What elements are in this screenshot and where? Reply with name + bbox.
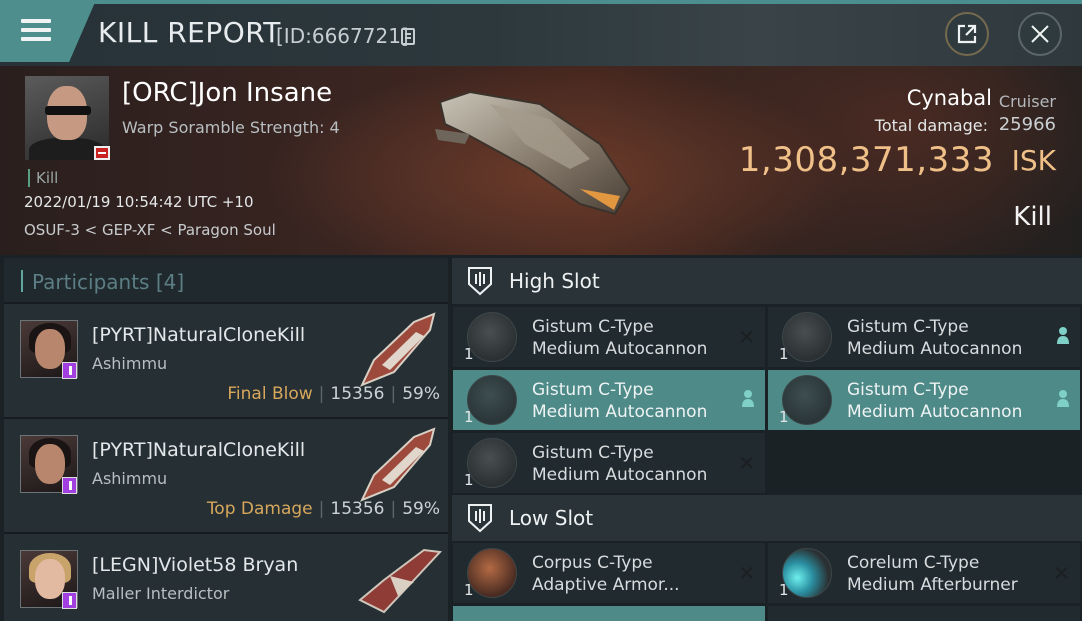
kill-id: [ID:6667721] bbox=[276, 24, 409, 48]
menu-button[interactable] bbox=[0, 0, 96, 62]
page-title: KILL REPORT bbox=[98, 16, 281, 49]
module-name: Gistum C-Type bbox=[532, 443, 654, 463]
module-name: Gistum C-Type bbox=[847, 317, 969, 337]
autocannon-icon bbox=[467, 438, 517, 488]
victim-ship-name[interactable]: Cynabal bbox=[907, 86, 992, 110]
participants-title: Participants [4] bbox=[32, 270, 185, 294]
hostile-standing-icon bbox=[94, 146, 110, 160]
dropped-person-icon bbox=[1056, 388, 1070, 412]
module-name-line2: Medium Autocannon bbox=[532, 402, 708, 422]
module-quantity: 1 bbox=[779, 581, 789, 599]
module-quantity: 1 bbox=[464, 471, 474, 489]
victim-ship-image[interactable] bbox=[430, 74, 650, 224]
copy-icon[interactable] bbox=[401, 28, 415, 45]
autocannon-icon bbox=[782, 312, 832, 362]
module-item[interactable]: 1 Corpus C-Type Adaptive Armor... ✕ bbox=[453, 543, 765, 603]
module-name-line2: Medium Autocannon bbox=[847, 339, 1023, 359]
high-slot-header: High Slot bbox=[452, 258, 1082, 304]
isk-unit: ISK bbox=[1011, 144, 1056, 177]
standing-icon bbox=[62, 592, 77, 609]
participant-row[interactable]: [PYRT]NaturalCloneKill Ashimmu Top Damag… bbox=[4, 419, 448, 534]
module-name-line2: Medium Afterburner bbox=[847, 575, 1018, 595]
standing-icon bbox=[62, 477, 77, 494]
module-item[interactable]: 1 Gistum C-Type Medium Autocannon bbox=[768, 307, 1080, 367]
title-bar: KILL REPORT [ID:6667721] bbox=[0, 0, 1082, 66]
module-name: Gistum C-Type bbox=[532, 317, 654, 337]
module-quantity: 1 bbox=[779, 345, 789, 363]
victim-ship-class: Cruiser bbox=[998, 92, 1056, 111]
participants-panel: Participants [4] [PYRT]NaturalCloneKill … bbox=[4, 258, 448, 621]
kill-timestamp: 2022/01/19 10:54:42 UTC +10 bbox=[24, 193, 254, 211]
module-item[interactable]: 1 Corelum C-Type Medium Afterburner ✕ bbox=[768, 543, 1080, 603]
victim-name[interactable]: [ORC]Jon Insane bbox=[122, 78, 332, 108]
kill-type-tag: Kill bbox=[28, 169, 58, 187]
armor-hardener-icon bbox=[467, 548, 517, 598]
low-slot-title: Low Slot bbox=[509, 506, 594, 530]
module-item[interactable]: 1 Gistum C-Type Medium Autocannon ✕ bbox=[453, 307, 765, 367]
participant-row[interactable]: [PYRT]NaturalCloneKill Ashimmu Final Blo… bbox=[4, 304, 448, 419]
total-damage-value: 25966 bbox=[998, 114, 1056, 135]
module-name-line2: Adaptive Armor... bbox=[532, 575, 680, 595]
autocannon-icon bbox=[782, 375, 832, 425]
participant-row[interactable]: [LEGN]Violet58 Bryan Maller Interdictor bbox=[4, 534, 448, 621]
destroyed-icon: ✕ bbox=[1053, 561, 1070, 585]
close-button[interactable] bbox=[1018, 12, 1062, 56]
kill-location[interactable]: OSUF-3 < GEP-XF < Paragon Soul bbox=[24, 221, 276, 239]
module-quantity: 1 bbox=[464, 345, 474, 363]
module-name: Gistum C-Type bbox=[847, 380, 969, 400]
close-icon bbox=[1031, 25, 1049, 43]
participant-ship-image bbox=[359, 312, 436, 387]
standing-icon bbox=[62, 362, 77, 379]
afterburner-icon bbox=[782, 548, 832, 598]
participant-name: [LEGN]Violet58 Bryan bbox=[92, 554, 299, 576]
participant-ship: Ashimmu bbox=[92, 469, 168, 488]
module-name-line2: Medium Autocannon bbox=[847, 402, 1023, 422]
destroyed-icon: ✕ bbox=[738, 325, 755, 349]
dropped-person-icon bbox=[741, 388, 755, 412]
module-name: Corelum C-Type bbox=[847, 553, 980, 573]
high-slot-icon bbox=[468, 267, 492, 296]
participant-role: Final Blow bbox=[227, 384, 313, 404]
destroyed-icon: ✕ bbox=[738, 561, 755, 585]
high-slot-title: High Slot bbox=[509, 269, 600, 293]
module-quantity: 1 bbox=[779, 408, 789, 426]
warp-scramble-strength: Warp Soramble Strength: 4 bbox=[122, 118, 340, 137]
destroyed-icon: ✕ bbox=[738, 451, 755, 475]
module-name: Gistum C-Type bbox=[532, 380, 654, 400]
participants-header: Participants [4] bbox=[4, 258, 448, 304]
module-item[interactable]: 1 Gistum C-Type Medium Autocannon ✕ bbox=[453, 433, 765, 493]
module-quantity: 1 bbox=[464, 408, 474, 426]
module-item[interactable]: 1 Gistum C-Type Medium Autocannon bbox=[768, 370, 1080, 430]
participant-name: [PYRT]NaturalCloneKill bbox=[92, 439, 306, 461]
participant-ship-image bbox=[359, 427, 436, 502]
low-slot-icon bbox=[468, 504, 492, 533]
external-link-icon bbox=[957, 24, 977, 44]
autocannon-icon bbox=[467, 375, 517, 425]
module-item[interactable] bbox=[453, 606, 765, 621]
participant-ship: Ashimmu bbox=[92, 354, 168, 373]
autocannon-icon bbox=[467, 312, 517, 362]
module-name-line2: Medium Autocannon bbox=[532, 465, 708, 485]
module-name-line2: Medium Autocannon bbox=[532, 339, 708, 359]
isk-value: 1,308,371,333 bbox=[738, 140, 994, 180]
kill-summary-banner: [ORC]Jon Insane Warp Soramble Strength: … bbox=[0, 66, 1082, 255]
low-slot-header: Low Slot bbox=[452, 495, 1082, 541]
share-button[interactable] bbox=[945, 12, 989, 56]
module-item[interactable] bbox=[768, 606, 1080, 621]
module-name: Corpus C-Type bbox=[532, 553, 653, 573]
module-item[interactable]: 1 Gistum C-Type Medium Autocannon bbox=[453, 370, 765, 430]
participant-role: Top Damage bbox=[206, 499, 313, 519]
participant-ship-image bbox=[358, 548, 443, 614]
hamburger-icon bbox=[21, 19, 51, 41]
participant-ship: Maller Interdictor bbox=[92, 584, 230, 603]
participant-name: [PYRT]NaturalCloneKill bbox=[92, 324, 306, 346]
total-damage-label: Total damage: bbox=[874, 116, 988, 135]
module-quantity: 1 bbox=[464, 581, 474, 599]
dropped-person-icon bbox=[1056, 325, 1070, 349]
title-accent-line bbox=[0, 0, 1082, 4]
kill-result: Kill bbox=[1013, 202, 1052, 232]
